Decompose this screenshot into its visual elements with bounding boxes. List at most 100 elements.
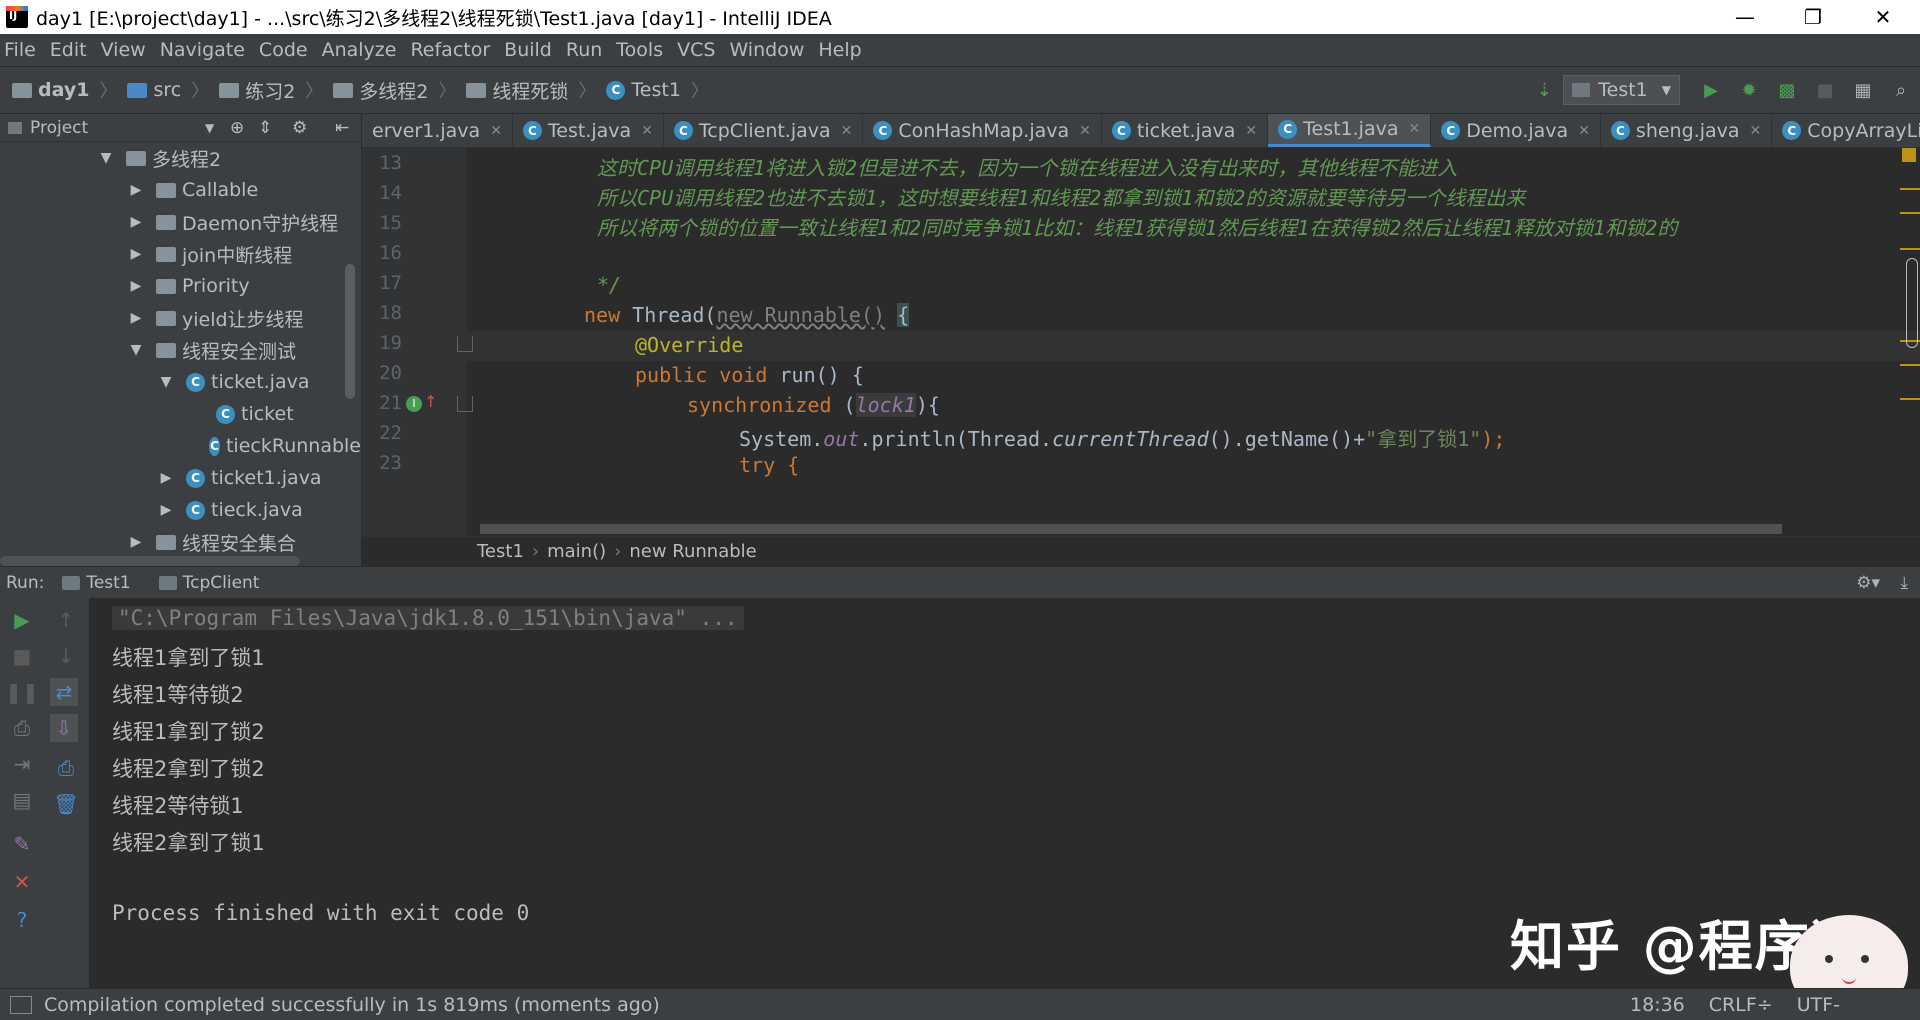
tree-item[interactable]: ▶ join中断线程: [0, 238, 361, 270]
crumb-xianchengsisuo[interactable]: 线程死锁: [466, 77, 568, 104]
tool-windows-icon[interactable]: [10, 995, 32, 1014]
close-tab-icon[interactable]: ✕: [490, 123, 502, 139]
print-icon[interactable]: ⎙: [52, 754, 80, 782]
minimize-button[interactable]: —: [1710, 0, 1780, 34]
close-tab-icon[interactable]: ✕: [1578, 123, 1590, 139]
chevron-right-icon[interactable]: ▶: [128, 278, 144, 294]
chevron-down-icon[interactable]: ▼: [128, 342, 144, 358]
menu-help[interactable]: Help: [818, 39, 861, 61]
menu-vcs[interactable]: VCS: [677, 39, 715, 61]
scroll-down-icon[interactable]: ↓: [52, 642, 80, 670]
tree-item[interactable]: ▼ 线程安全测试: [0, 334, 361, 366]
collapse-icon[interactable]: ⇕: [258, 118, 272, 138]
run-configuration-select[interactable]: Test1 ▼: [1563, 75, 1680, 105]
close-tab-icon[interactable]: ✕: [641, 123, 653, 139]
project-structure-icon[interactable]: ▦: [1852, 79, 1874, 101]
pause-icon[interactable]: ❚❚: [5, 678, 39, 706]
crumb-duoxiancheng2[interactable]: 多线程2: [333, 77, 428, 104]
close-button[interactable]: ✕: [1848, 0, 1918, 34]
fold-icon[interactable]: [457, 396, 473, 412]
editor-tab[interactable]: Csheng.java ✕: [1601, 114, 1773, 147]
close-tab-icon[interactable]: ✕: [1408, 121, 1420, 137]
error-stripe-mark[interactable]: [1900, 188, 1920, 190]
help-icon[interactable]: ?: [8, 906, 36, 934]
project-view-selector[interactable]: Project: [30, 118, 88, 138]
error-stripe-mark[interactable]: [1900, 364, 1920, 366]
menu-view[interactable]: View: [101, 39, 146, 61]
editor-tab[interactable]: C Test.java ✕: [513, 114, 664, 147]
gear-icon[interactable]: ⚙: [292, 118, 307, 138]
tree-item[interactable]: CtieckRunnable: [0, 430, 361, 462]
tree-item[interactable]: ▼ 多线程2: [0, 142, 361, 174]
editor-tab[interactable]: erver1.java ✕: [362, 114, 513, 147]
tree-item[interactable]: ▶ Cticket1.java: [0, 462, 361, 494]
line-separator[interactable]: CRLF÷: [1709, 994, 1773, 1016]
menu-build[interactable]: Build: [504, 39, 552, 61]
menu-refactor[interactable]: Refactor: [410, 39, 490, 61]
editor-tab[interactable]: C TcpClient.java ✕: [664, 114, 864, 147]
gear-icon[interactable]: ⚙▾: [1856, 573, 1880, 593]
stop-icon[interactable]: ■: [1814, 79, 1836, 101]
warning-indicator-icon[interactable]: [1902, 148, 1916, 162]
crumb-src[interactable]: src: [127, 79, 181, 101]
implements-icon[interactable]: I: [406, 396, 422, 412]
breadcrumb-method[interactable]: main(): [547, 541, 606, 562]
editor-tab[interactable]: C Test1.java ✕: [1268, 114, 1432, 147]
menu-code[interactable]: Code: [259, 39, 308, 61]
chevron-down-icon[interactable]: ▼: [205, 121, 214, 135]
tree-item[interactable]: Cticket: [0, 398, 361, 430]
run-tab-tcpclient[interactable]: TcpClient: [158, 573, 259, 593]
tree-item[interactable]: ▶ Ctieck.java: [0, 494, 361, 526]
code-editor[interactable]: 13 14 15 16 17 18 19 20 21 22 23 I ↑ 这时CPU调用线程1将进入…: [362, 148, 1920, 536]
crumb-test1[interactable]: C Test1: [606, 79, 681, 101]
dump-threads-icon[interactable]: ⎙: [8, 714, 36, 742]
menu-tools[interactable]: Tools: [616, 39, 663, 61]
chevron-right-icon[interactable]: ▶: [128, 534, 144, 550]
chevron-down-icon[interactable]: ▼: [158, 374, 174, 390]
error-stripe-mark[interactable]: [1900, 212, 1920, 214]
editor-tab[interactable]: Cticket.java ✕: [1102, 114, 1269, 147]
hide-panel-icon[interactable]: ⤓: [1900, 573, 1908, 593]
tree-item[interactable]: ▶ Callable: [0, 174, 361, 206]
run-tab-test1[interactable]: Test1: [62, 573, 131, 593]
trash-icon[interactable]: 🗑: [52, 790, 80, 818]
menu-window[interactable]: Window: [729, 39, 804, 61]
file-encoding[interactable]: UTF-: [1797, 994, 1840, 1016]
close-tab-icon[interactable]: ✕: [1245, 123, 1257, 139]
override-arrow-icon[interactable]: ↑: [424, 392, 437, 411]
tree-item[interactable]: ▼ Cticket.java: [0, 366, 361, 398]
debug-icon[interactable]: ✹: [1738, 79, 1760, 101]
editor-tab[interactable]: C ConHashMap.java ✕: [863, 114, 1102, 147]
menu-file[interactable]: File: [4, 39, 36, 61]
chevron-right-icon[interactable]: ▶: [128, 246, 144, 262]
fold-icon[interactable]: [457, 336, 473, 352]
tree-item[interactable]: ▶ yield让步线程: [0, 302, 361, 334]
breadcrumb-anon[interactable]: new Runnable: [629, 541, 756, 562]
coverage-icon[interactable]: ▩: [1776, 79, 1798, 101]
editor-vscrollbar[interactable]: [1906, 258, 1918, 348]
menu-run[interactable]: Run: [566, 39, 602, 61]
pin-icon[interactable]: ✎: [8, 830, 36, 858]
project-scrollbar[interactable]: [345, 264, 355, 399]
chevron-right-icon[interactable]: ▶: [128, 214, 144, 230]
menu-analyze[interactable]: Analyze: [322, 39, 397, 61]
error-stripe-mark[interactable]: [1900, 248, 1920, 250]
chevron-right-icon[interactable]: ▶: [128, 182, 144, 198]
close-tab-icon[interactable]: ✕: [841, 123, 853, 139]
editor-tab[interactable]: C Demo.java ✕: [1431, 114, 1601, 147]
chevron-right-icon[interactable]: ▶: [158, 470, 174, 486]
layout-icon[interactable]: ▤: [8, 786, 36, 814]
chevron-down-icon[interactable]: ▼: [98, 150, 114, 166]
run-icon[interactable]: ▶: [1700, 79, 1722, 101]
error-stripe-mark[interactable]: [1900, 398, 1920, 400]
restore-button[interactable]: ❐: [1778, 0, 1848, 34]
close-icon[interactable]: ✕: [8, 868, 36, 896]
tree-item[interactable]: ▶ Priority: [0, 270, 361, 302]
close-tab-icon[interactable]: ✕: [1079, 123, 1091, 139]
chevron-right-icon[interactable]: ▶: [128, 310, 144, 326]
exit-icon[interactable]: ⇥: [8, 750, 36, 778]
tree-item[interactable]: ▶ 线程安全集合: [0, 526, 361, 558]
crumb-day1[interactable]: day1: [12, 79, 89, 101]
chevron-right-icon[interactable]: ▶: [158, 502, 174, 518]
rerun-icon[interactable]: ▶: [8, 606, 36, 634]
